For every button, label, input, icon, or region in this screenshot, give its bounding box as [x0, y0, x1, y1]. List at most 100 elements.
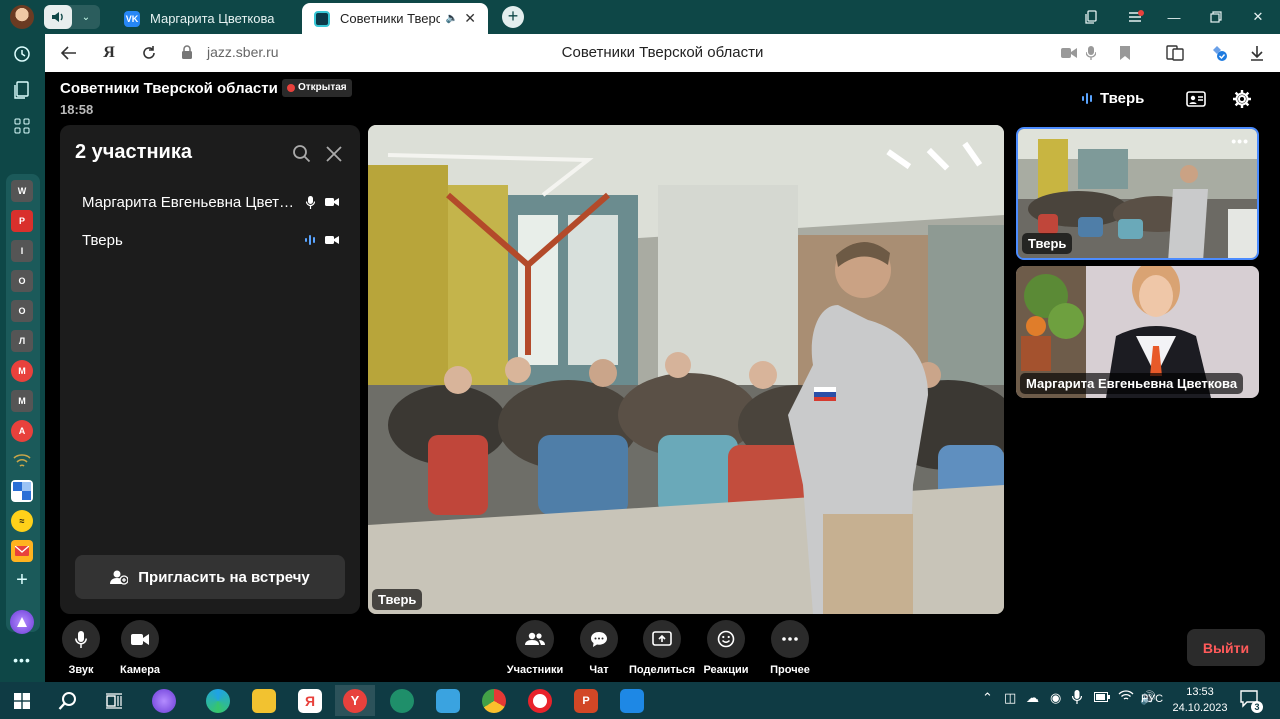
video-frame-hall	[368, 125, 1004, 614]
bookmark-icon[interactable]	[1115, 43, 1135, 63]
lock-icon	[182, 45, 192, 59]
main-video-feed[interactable]: Тверь	[368, 125, 1004, 614]
meeting-title: Советники Тверской области	[60, 80, 278, 97]
sidebar-app-tiles-icon[interactable]	[11, 480, 33, 502]
notifications-count-badge: 3	[1251, 701, 1263, 713]
protect-icon[interactable]	[1209, 43, 1229, 63]
profile-avatar[interactable]	[10, 5, 34, 29]
close-icon[interactable]	[324, 144, 346, 166]
taskbar-clock[interactable]: 13:53 24.10.2023	[1168, 684, 1232, 716]
opera-icon[interactable]	[520, 685, 560, 716]
map-pin-app-icon[interactable]	[382, 685, 422, 716]
sidebar-app-o2[interactable]: O	[11, 300, 33, 322]
search-icon[interactable]	[48, 685, 88, 716]
participant-row[interactable]: Маргарита Евгеньевна Цветкова	[82, 191, 340, 213]
clock-time: 13:53	[1186, 686, 1214, 698]
windows-start-icon[interactable]	[2, 685, 42, 716]
sidebar-app-mail-icon[interactable]	[11, 540, 33, 562]
sidebar-app-translate-icon[interactable]: A	[11, 420, 33, 442]
tab-sound-icon[interactable]: 🔈	[446, 13, 458, 24]
minimize-icon[interactable]: —	[1154, 0, 1194, 34]
media-player-icon[interactable]	[612, 685, 652, 716]
chevron-up-icon[interactable]: ⌃	[982, 690, 993, 706]
sidebar-app-o1[interactable]: O	[11, 270, 33, 292]
sidebar-app-i[interactable]: I	[11, 240, 33, 262]
wifi-icon[interactable]	[1118, 690, 1134, 705]
collections-icon[interactable]	[1072, 0, 1112, 34]
camera-icon	[121, 620, 159, 658]
layout-toggle-icon[interactable]	[1185, 88, 1207, 110]
alice-assistant-icon[interactable]	[10, 610, 34, 634]
speaker-icon[interactable]	[44, 5, 72, 29]
camera-button-label: Камера	[119, 664, 161, 676]
alice-taskbar-icon[interactable]	[144, 685, 184, 716]
status-badge-label: Открытая	[298, 82, 347, 93]
camera-tray-icon[interactable]: ◉	[1050, 690, 1061, 706]
sidebar-app-wifi-icon[interactable]	[11, 450, 33, 472]
more-dots-icon	[771, 620, 809, 658]
tab-audio-control[interactable]: ⌄	[44, 5, 100, 29]
camera-permission-icon[interactable]	[1059, 43, 1079, 63]
sidebar-app-w[interactable]: W	[11, 180, 33, 202]
close-window-icon[interactable]: ✕	[1238, 0, 1278, 34]
chrome-icon[interactable]	[474, 685, 514, 716]
video-thumbnail-tver[interactable]: ••• Тверь	[1016, 127, 1259, 260]
invite-button[interactable]: Пригласить на встречу	[75, 555, 345, 599]
search-icon[interactable]	[292, 144, 314, 166]
battery-icon[interactable]	[1094, 690, 1110, 705]
audio-level-icon	[302, 232, 318, 248]
leave-button[interactable]: Выйти	[1187, 629, 1265, 666]
apps-grid-icon[interactable]	[10, 114, 34, 138]
powerpoint-icon[interactable]: P	[566, 685, 606, 716]
menu-icon[interactable]	[1116, 0, 1156, 34]
camera-icon	[324, 232, 340, 248]
add-app-icon[interactable]: +	[10, 568, 34, 592]
yandex-logo-icon[interactable]: Я	[97, 41, 121, 65]
smile-icon	[707, 620, 745, 658]
video-thumbnail-margarita[interactable]: Маргарита Евгеньевна Цветкова	[1016, 266, 1259, 398]
invite-button-label: Пригласить на встречу	[138, 568, 310, 586]
task-view-icon[interactable]	[94, 685, 134, 716]
download-icon[interactable]	[1247, 43, 1267, 63]
more-dots-icon[interactable]: •••	[10, 648, 34, 672]
reload-icon[interactable]	[137, 41, 161, 65]
yandex-app-icon[interactable]: Я	[290, 685, 330, 716]
yandex-browser-icon[interactable]: Y	[335, 685, 375, 716]
network-device-icon[interactable]: ◫	[1004, 690, 1016, 706]
close-tab-icon[interactable]: ✕	[464, 10, 476, 27]
tab-vk[interactable]: VK Маргарита Цветкова	[112, 3, 300, 34]
microphone-permission-icon[interactable]	[1081, 43, 1101, 63]
more-button[interactable]: Прочее	[750, 620, 830, 676]
sidebar-app-p[interactable]: P	[11, 210, 33, 232]
participants-panel: 2 участника Маргарита Евгеньевна Цветков…	[60, 125, 360, 614]
sidebar-app-l[interactable]: Л	[11, 330, 33, 352]
address-bar: Я jazz.sber.ru Советники Тверской област…	[45, 34, 1280, 72]
history-icon[interactable]	[10, 42, 34, 66]
language-indicator[interactable]: РУС	[1141, 693, 1163, 705]
lock-open-icon	[287, 84, 295, 92]
pages-icon[interactable]	[10, 78, 34, 102]
chevron-down-icon[interactable]: ⌄	[72, 12, 100, 23]
edge-icon[interactable]	[198, 685, 238, 716]
more-dots-icon[interactable]: •••	[1231, 133, 1249, 149]
sidebar-app-market-icon[interactable]: ≈	[11, 510, 33, 532]
document-app-icon[interactable]	[428, 685, 468, 716]
restore-icon[interactable]	[1196, 0, 1236, 34]
sidebar-app-m[interactable]: M	[11, 390, 33, 412]
camera-button[interactable]: Камера	[100, 620, 180, 676]
active-speaker-indicator: Тверь	[1082, 90, 1144, 107]
microphone-tray-icon[interactable]	[1071, 690, 1083, 707]
sidebar-app-metro-icon[interactable]: M	[11, 360, 33, 382]
file-explorer-icon[interactable]	[244, 685, 284, 716]
cloud-icon[interactable]: ☁	[1026, 690, 1039, 706]
clock-date: 24.10.2023	[1172, 702, 1228, 714]
new-tab-button[interactable]: +	[502, 6, 524, 28]
tab-sber-jazz[interactable]: Советники Тверской о 🔈 ✕	[302, 3, 488, 34]
reading-mode-icon[interactable]	[1165, 43, 1185, 63]
vk-icon: VK	[124, 10, 140, 27]
participant-row[interactable]: Тверь	[82, 229, 340, 251]
thumbnail-label: Маргарита Евгеньевна Цветкова	[1020, 373, 1244, 394]
url-text[interactable]: jazz.sber.ru	[207, 44, 279, 60]
back-icon[interactable]	[57, 41, 81, 65]
gear-icon[interactable]	[1231, 88, 1253, 110]
